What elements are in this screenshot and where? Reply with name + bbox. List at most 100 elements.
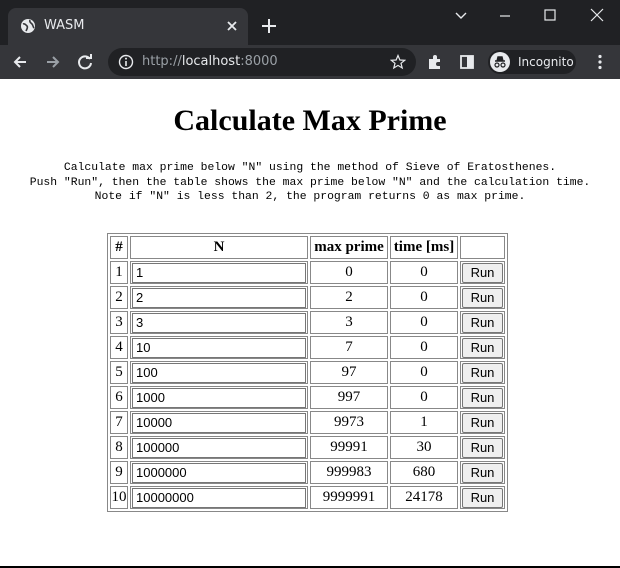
n-input[interactable] <box>132 412 306 433</box>
run-button[interactable]: Run <box>462 262 503 283</box>
time-cell: 0 <box>390 286 458 309</box>
table-header-row: # N max prime time [ms] <box>110 236 505 259</box>
close-icon[interactable] <box>222 16 242 36</box>
maximize-icon[interactable] <box>535 6 565 26</box>
action-cell: Run <box>460 386 505 409</box>
n-input[interactable] <box>132 462 306 483</box>
max-prime-cell: 2 <box>310 286 388 309</box>
row-index: 5 <box>110 361 128 384</box>
tab-title: WASM <box>44 18 85 33</box>
address-bar[interactable]: http://localhost:8000 <box>108 48 416 76</box>
n-cell <box>130 261 308 284</box>
n-cell <box>130 436 308 459</box>
incognito-badge[interactable]: Incognito <box>488 50 576 74</box>
table-row: 4 70Run <box>110 336 505 359</box>
n-input[interactable] <box>132 312 306 333</box>
url-text: http://localhost:8000 <box>142 54 278 70</box>
run-button[interactable]: Run <box>462 362 503 383</box>
n-input[interactable] <box>132 287 306 308</box>
run-button[interactable]: Run <box>462 437 503 458</box>
run-button[interactable]: Run <box>462 312 503 333</box>
n-cell <box>130 486 308 509</box>
action-cell: Run <box>460 261 505 284</box>
table-row: 330Run <box>110 311 505 334</box>
max-prime-cell: 9973 <box>310 411 388 434</box>
time-cell: 0 <box>390 311 458 334</box>
side-panel-icon[interactable] <box>457 52 477 72</box>
row-index: 9 <box>110 461 128 484</box>
table-row: 6 9970Run <box>110 386 505 409</box>
run-button[interactable]: Run <box>462 287 503 308</box>
url-scheme: http:// <box>142 54 182 69</box>
run-button[interactable]: Run <box>462 337 503 358</box>
n-cell <box>130 386 308 409</box>
run-button[interactable]: Run <box>462 412 503 433</box>
n-input[interactable] <box>132 437 306 458</box>
row-index: 3 <box>110 311 128 334</box>
header-max-prime: max prime <box>310 236 388 259</box>
time-cell: 680 <box>390 461 458 484</box>
page-content: Calculate Max Prime Calculate max prime … <box>0 79 620 566</box>
kebab-menu-icon[interactable] <box>590 52 610 72</box>
arrow-left-icon[interactable] <box>10 52 30 72</box>
time-cell: 30 <box>390 436 458 459</box>
table-row: 8 9999130Run <box>110 436 505 459</box>
max-prime-cell: 997 <box>310 386 388 409</box>
plus-icon[interactable] <box>258 15 280 37</box>
action-cell: Run <box>460 411 505 434</box>
incognito-icon <box>490 52 510 72</box>
table-row: 7 99731Run <box>110 411 505 434</box>
table-row: 5 970Run <box>110 361 505 384</box>
run-button[interactable]: Run <box>462 387 503 408</box>
minimize-icon[interactable] <box>490 6 520 26</box>
globe-icon <box>21 19 35 33</box>
action-cell: Run <box>460 286 505 309</box>
max-prime-cell: 99991 <box>310 436 388 459</box>
row-index: 10 <box>110 486 128 509</box>
chevron-down-icon[interactable] <box>446 6 476 26</box>
time-cell: 0 <box>390 386 458 409</box>
n-input[interactable] <box>132 362 306 383</box>
table-row: 100Run <box>110 261 505 284</box>
run-button[interactable]: Run <box>462 462 503 483</box>
row-index: 7 <box>110 411 128 434</box>
n-input[interactable] <box>132 337 306 358</box>
n-input[interactable] <box>132 387 306 408</box>
action-cell: Run <box>460 361 505 384</box>
n-cell <box>130 336 308 359</box>
star-icon[interactable] <box>390 54 406 70</box>
time-cell: 0 <box>390 261 458 284</box>
action-cell: Run <box>460 486 505 509</box>
n-input[interactable] <box>132 262 306 283</box>
arrow-right-icon[interactable] <box>43 52 63 72</box>
url-port: :8000 <box>240 54 278 69</box>
n-cell <box>130 361 308 384</box>
window-close-icon[interactable] <box>582 6 612 26</box>
puzzle-icon[interactable] <box>425 52 445 72</box>
page-description: Calculate max prime below "N" using the … <box>29 162 591 203</box>
row-index: 4 <box>110 336 128 359</box>
header-time: time [ms] <box>390 236 458 259</box>
results-table: # N max prime time [ms] 100Run220Run330R… <box>107 233 508 512</box>
action-cell: Run <box>460 311 505 334</box>
browser-tab[interactable]: WASM <box>8 8 248 45</box>
max-prime-cell: 0 <box>310 261 388 284</box>
n-cell <box>130 311 308 334</box>
row-index: 1 <box>110 261 128 284</box>
n-input[interactable] <box>132 487 306 508</box>
table-row: 10 999999124178Run <box>110 486 505 509</box>
time-cell: 0 <box>390 361 458 384</box>
table-row: 9 999983680Run <box>110 461 505 484</box>
info-icon[interactable] <box>118 54 134 70</box>
time-cell: 24178 <box>390 486 458 509</box>
max-prime-cell: 9999991 <box>310 486 388 509</box>
browser-toolbar: http://localhost:8000 Incognito <box>0 45 620 79</box>
header-n: N <box>130 236 308 259</box>
reload-icon[interactable] <box>75 52 95 72</box>
row-index: 2 <box>110 286 128 309</box>
run-button[interactable]: Run <box>462 487 503 508</box>
max-prime-cell: 999983 <box>310 461 388 484</box>
n-cell <box>130 461 308 484</box>
table-row: 220Run <box>110 286 505 309</box>
action-cell: Run <box>460 461 505 484</box>
